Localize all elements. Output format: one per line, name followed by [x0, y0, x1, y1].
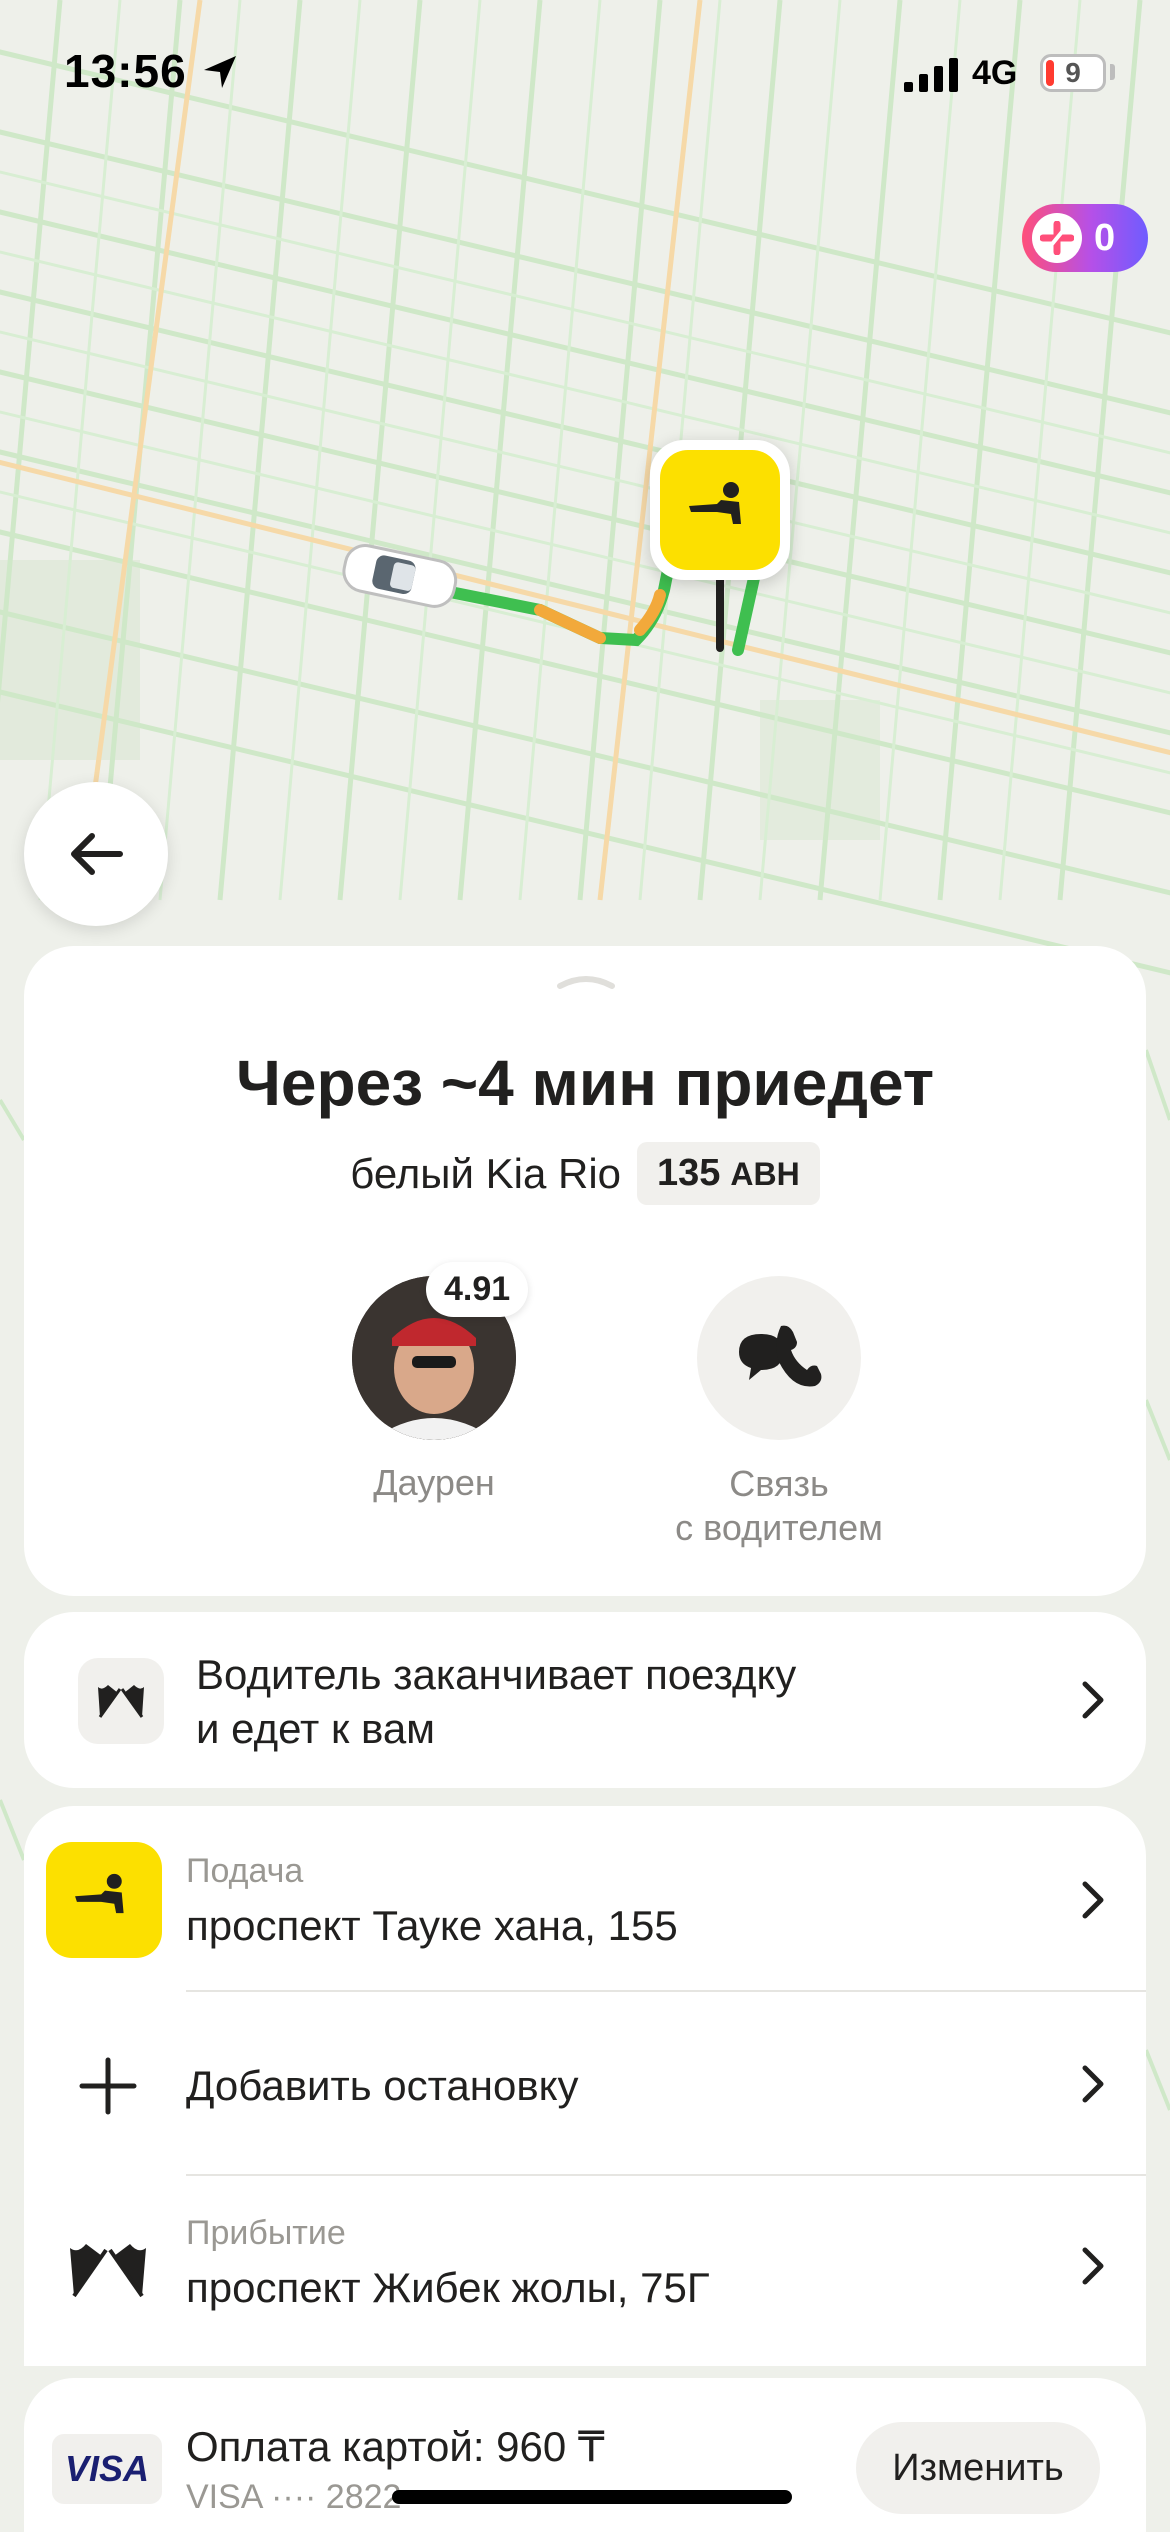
plus-icon — [1032, 213, 1082, 263]
waving-person-icon — [75, 1873, 124, 1914]
plus-icon — [79, 2057, 137, 2115]
visa-logo-icon: VISA — [52, 2434, 162, 2504]
contact-driver-button[interactable]: Связь с водителем — [644, 1276, 914, 1550]
network-type: 4G — [972, 54, 1018, 92]
driver-name: Даурен — [373, 1462, 495, 1503]
car-description: белый Kia Rio — [350, 1149, 622, 1197]
pickup-icon — [46, 1842, 162, 1958]
signal-icon — [904, 58, 958, 92]
back-button[interactable] — [24, 782, 168, 926]
pickup-pin[interactable] — [650, 440, 790, 580]
contact-label: Связь с водителем — [675, 1463, 883, 1548]
pickup-label: Подача — [186, 1852, 304, 1890]
pickup-address: проспект Тауке хана, 155 — [186, 1902, 678, 1949]
finish-flags-icon — [70, 2244, 146, 2298]
chevron-right-icon — [1082, 2065, 1104, 2103]
plus-points-count: 0 — [1094, 216, 1116, 259]
driver-status-card[interactable]: Водитель заканчивает поездку и едет к ва… — [24, 1612, 1146, 1788]
chevron-right-icon — [1082, 1881, 1104, 1919]
payment-title: Оплата картой: 960 ₸ — [186, 2423, 605, 2470]
car-info: белый Kia Rio 135 АВН — [24, 1142, 1146, 1205]
home-indicator[interactable] — [392, 2490, 792, 2504]
plate-number: 135 — [657, 1152, 721, 1194]
change-payment-button[interactable]: Изменить — [856, 2422, 1100, 2514]
eta-title: Через ~4 мин приедет — [235, 1047, 935, 1119]
chevron-right-icon — [1082, 2247, 1104, 2285]
arrival-row[interactable]: Прибытие проспект Жибек жолы, 75Г — [24, 2176, 1146, 2360]
license-plate: 135 АВН — [637, 1142, 820, 1205]
add-stop-label: Добавить остановку — [186, 2062, 579, 2109]
chat-phone-icon — [739, 1325, 822, 1387]
arrival-address: проспект Жибек жолы, 75Г — [186, 2264, 710, 2311]
waving-person-icon — [689, 482, 741, 524]
arrow-left-icon — [71, 833, 123, 875]
battery-level: 9 — [1065, 57, 1081, 88]
finish-flags-icon — [78, 1658, 164, 1744]
trip-card: Через ~4 мин приедет белый Kia Rio 135 АВ… — [24, 946, 1146, 1596]
route-card: Подача проспект Тауке хана, 155 Добавить… — [24, 1806, 1146, 2366]
plate-suffix: АВН — [730, 1156, 800, 1192]
pickup-row[interactable]: Подача проспект Тауке хана, 155 — [24, 1806, 1146, 1990]
driver-status-text: Водитель заканчивает поездку и едет к ва… — [196, 1651, 797, 1752]
arrival-label: Прибытие — [186, 2214, 346, 2252]
battery-icon: 9 — [1040, 54, 1106, 92]
chevron-right-icon — [1082, 1681, 1104, 1719]
plus-points-badge[interactable]: 0 — [1022, 204, 1148, 272]
status-time: 13:56 — [64, 45, 187, 97]
add-stop-row[interactable]: Добавить остановку — [24, 1992, 1146, 2176]
contact-circle[interactable] — [697, 1276, 861, 1440]
driver-rating: 4.91 — [426, 1262, 529, 1317]
status-bar: 13:56 4G 9 — [0, 0, 1170, 150]
payment-card-number: VISA ···· 2822 — [186, 2478, 402, 2516]
location-arrow-icon — [204, 56, 236, 88]
payment-card[interactable]: VISA Оплата картой: 960 ₸ VISA ···· 2822… — [24, 2378, 1146, 2532]
sheet-grabber[interactable] — [556, 970, 616, 990]
